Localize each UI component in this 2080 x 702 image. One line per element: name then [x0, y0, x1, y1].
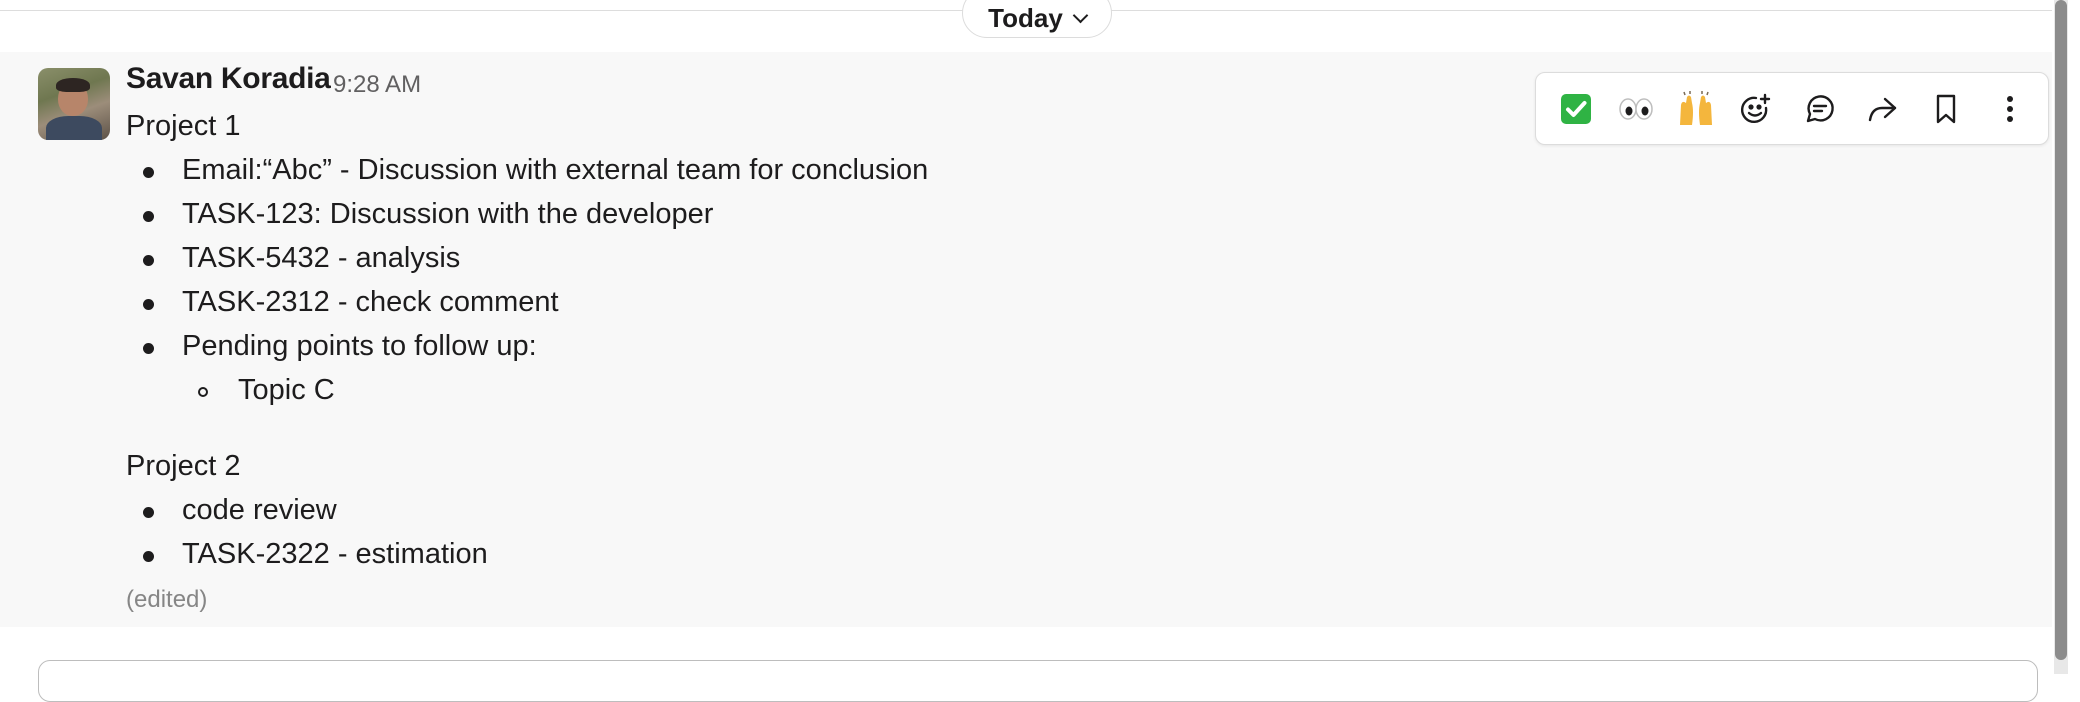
list-item: TASK-5432 - analysis	[182, 242, 461, 274]
bookmark-icon[interactable]	[1924, 87, 1968, 131]
forward-icon[interactable]	[1860, 87, 1904, 131]
list-bullet	[143, 167, 154, 178]
project-2-title: Project 2	[126, 450, 241, 482]
message-actions-toolbar	[1535, 72, 2049, 145]
list-bullet	[143, 507, 154, 518]
list-bullet	[143, 211, 154, 222]
message-author[interactable]: Savan Koradia	[126, 62, 331, 96]
list-bullet	[143, 343, 154, 354]
list-bullet	[143, 299, 154, 310]
add-reaction-icon[interactable]	[1734, 87, 1778, 131]
eyes-emoji-icon[interactable]	[1614, 87, 1658, 131]
project-1-title: Project 1	[126, 110, 241, 142]
message-timestamp[interactable]: 9:28 AM	[333, 71, 421, 99]
message-composer[interactable]	[38, 660, 2038, 702]
edited-label: (edited)	[126, 586, 208, 613]
date-divider-button[interactable]: Today	[962, 0, 1112, 38]
list-item: TASK-2322 - estimation	[182, 538, 488, 570]
list-bullet	[143, 551, 154, 562]
list-item: TASK-2312 - check comment	[182, 286, 559, 318]
avatar[interactable]	[38, 68, 110, 140]
list-item: Email:“Abc” - Discussion with external t…	[182, 154, 929, 186]
reply-in-thread-icon[interactable]	[1798, 87, 1842, 131]
scrollbar-thumb[interactable]	[2055, 0, 2067, 660]
message[interactable]: Savan Koradia 9:28 AM Project 1 Email:“A…	[0, 52, 2052, 627]
sublist-bullet	[198, 387, 208, 397]
list-bullet	[143, 255, 154, 266]
more-actions-icon[interactable]	[1988, 87, 2032, 131]
list-item: TASK-123: Discussion with the developer	[182, 198, 714, 230]
chevron-down-icon	[1072, 7, 1089, 23]
date-divider-label: Today	[988, 2, 1063, 33]
list-item: Pending points to follow up:	[182, 330, 537, 362]
sublist-item: Topic C	[238, 374, 335, 406]
list-item: code review	[182, 494, 337, 526]
raised-hands-emoji-icon[interactable]	[1674, 87, 1718, 131]
checkmark-emoji-icon[interactable]	[1554, 87, 1598, 131]
